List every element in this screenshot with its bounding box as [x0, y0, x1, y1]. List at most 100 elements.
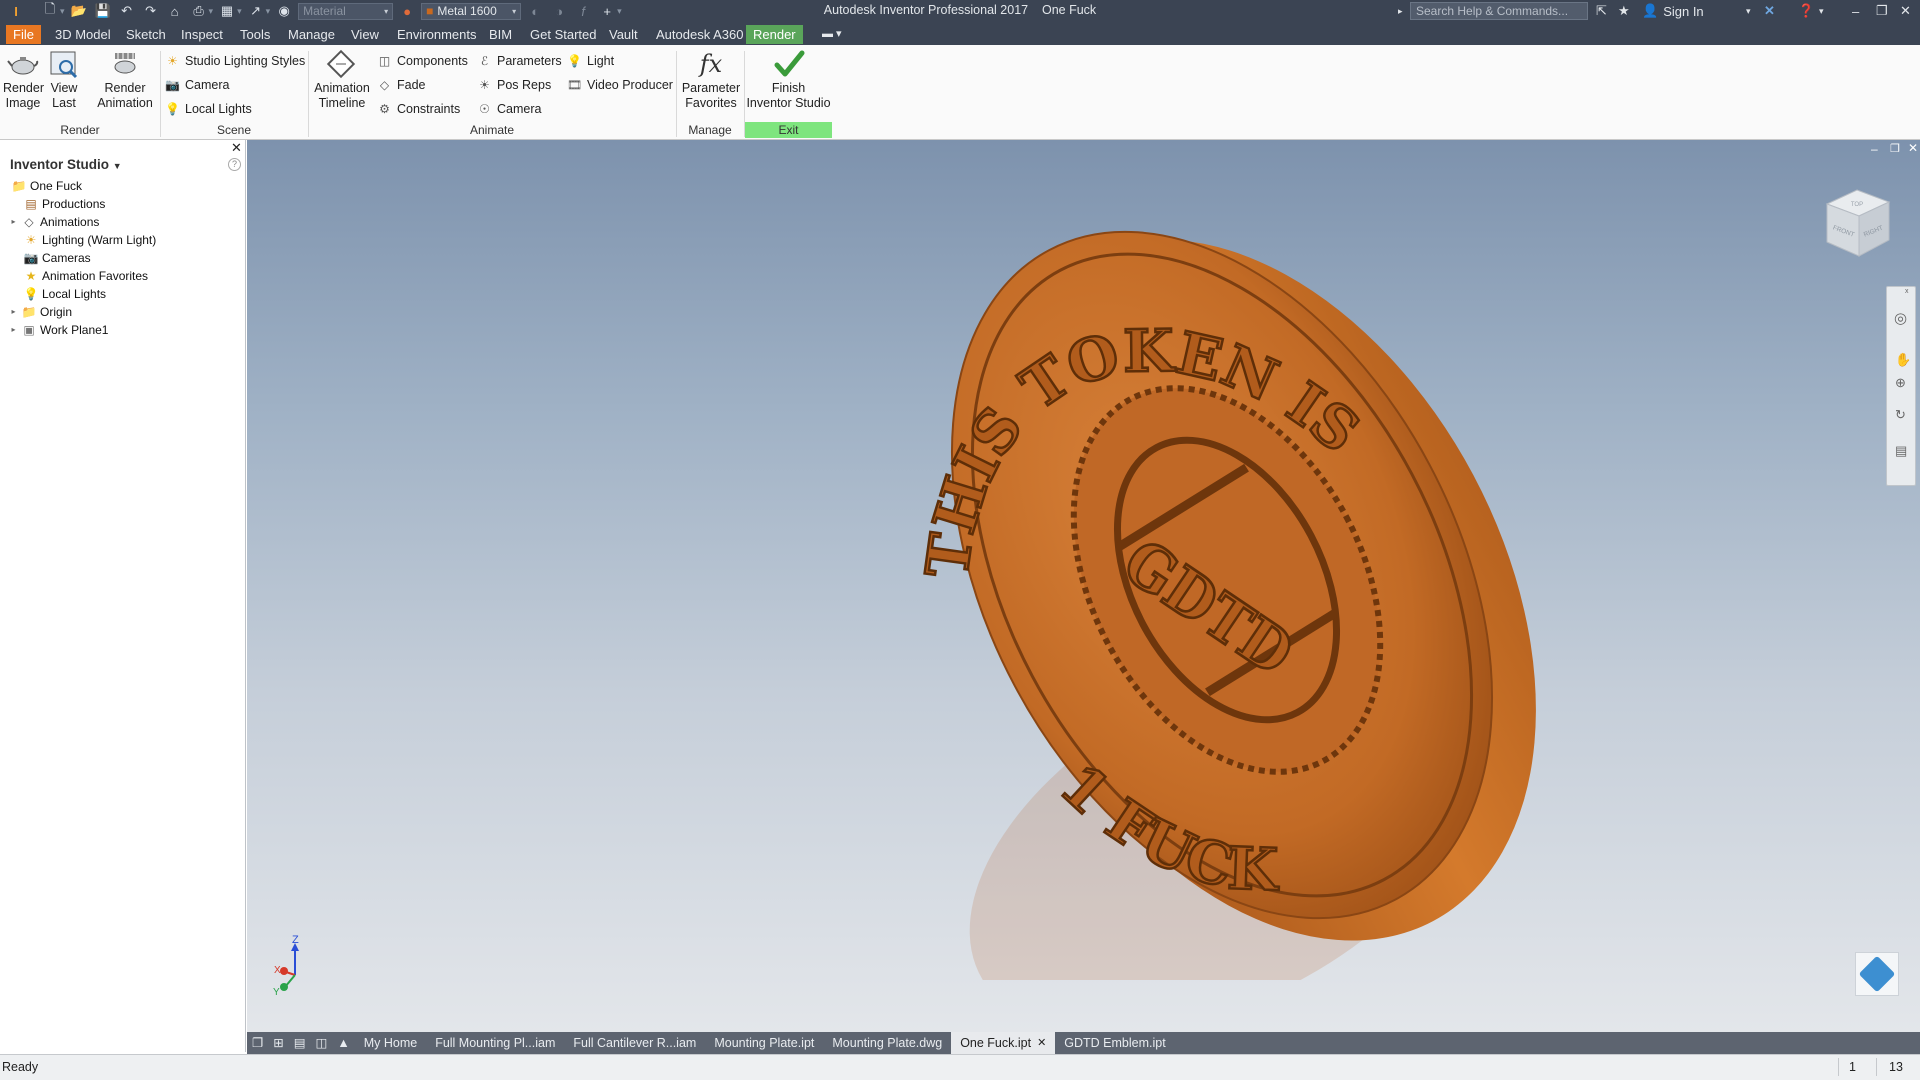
finish-inventor-studio-button[interactable]: Finish Inventor Studio [746, 49, 831, 111]
parameters-fx-icon[interactable]: f [573, 1, 593, 21]
tree-item-animations[interactable]: ▸ ◇ Animations [9, 213, 99, 230]
tree-item-origin[interactable]: ▸ 📁 Origin [9, 303, 72, 320]
video-producer-button[interactable]: 🎞 Video Producer [567, 75, 673, 95]
home-icon[interactable]: ⌂ [165, 1, 185, 21]
zoom-icon[interactable]: ⊕ [1895, 375, 1906, 391]
nav-close-icon[interactable]: x [1905, 288, 1909, 295]
inventor-logo-icon[interactable]: I [6, 1, 26, 21]
tree-item-productions[interactable]: ▤ Productions [24, 195, 105, 212]
tab-view[interactable]: View [344, 25, 386, 44]
tab-inspect[interactable]: Inspect [174, 25, 230, 44]
browser-help-icon[interactable]: ? [228, 158, 241, 171]
doc-tab-gdtd-emblem[interactable]: GDTD Emblem.ipt [1055, 1032, 1174, 1054]
tile-horizontal-icon[interactable]: ▤ [289, 1032, 311, 1054]
open-icon[interactable]: 📂 [69, 1, 89, 21]
update-icon[interactable]: ▦ [217, 1, 237, 21]
tile-windows-icon[interactable]: ⊞ [268, 1032, 288, 1054]
new-icon[interactable]: 🗋 [40, 1, 60, 21]
pos-reps-button[interactable]: ☀ Pos Reps [477, 75, 551, 95]
update-dropdown-icon[interactable]: ▾ [237, 6, 242, 17]
viewport-minimize-icon[interactable]: – [1871, 142, 1878, 156]
search-input[interactable]: Search Help & Commands... [1410, 2, 1588, 20]
tab-get-started[interactable]: Get Started [523, 25, 603, 44]
viewport-close-icon[interactable]: ✕ [1908, 141, 1918, 155]
orbit-icon[interactable]: ↻ [1895, 407, 1906, 423]
ribbon-display-options-icon[interactable]: ▬ ▾ [815, 25, 849, 44]
cascade-windows-icon[interactable]: ❐ [247, 1032, 268, 1054]
graphics-viewport[interactable]: – ❐ ✕ TOP FRONT RIGHT x ◎ ✋ ⊕ ↻ ▤ GDTD T… [247, 140, 1920, 1032]
tree-item-work-plane[interactable]: ▸ ▣ Work Plane1 [9, 321, 108, 338]
components-button[interactable]: ◫ Components [377, 51, 468, 71]
close-browser-icon[interactable]: ✕ [231, 140, 242, 156]
pan-hand-icon[interactable]: ✋ [1895, 352, 1911, 368]
tile-vertical-icon[interactable]: ◫ [311, 1032, 333, 1054]
search-expand-icon[interactable]: ▸ [1398, 0, 1403, 22]
help-icon[interactable]: ❓ [1798, 0, 1814, 22]
tree-item-root[interactable]: 📁 One Fuck [12, 177, 83, 194]
viewcube[interactable]: TOP FRONT RIGHT [1817, 186, 1897, 262]
close-tab-icon[interactable]: ✕ [1037, 1032, 1046, 1054]
expand-arrow-icon[interactable]: ▸ [9, 307, 18, 316]
exchange-apps-icon[interactable]: ✕ [1764, 0, 1775, 22]
doc-tab-mounting-plate-ipt[interactable]: Mounting Plate.ipt [705, 1032, 823, 1054]
material-combo[interactable]: Material ▾ [298, 2, 394, 20]
tree-item-local-lights[interactable]: 💡 Local Lights [24, 285, 107, 302]
select-dropdown-icon[interactable]: ▾ [266, 6, 271, 17]
parameter-favorites-button[interactable]: fx Parameter Favorites [680, 49, 742, 111]
expand-arrow-icon[interactable]: ▸ [9, 325, 18, 334]
tab-vault[interactable]: Vault [602, 25, 645, 44]
camera-animation-button[interactable]: ☉ Camera [477, 99, 541, 119]
customize-dropdown-icon[interactable]: ▾ [617, 6, 622, 17]
expand-arrow-icon[interactable]: ▸ [9, 217, 18, 226]
new-dropdown-icon[interactable]: ▾ [60, 6, 65, 17]
doc-tab-full-mounting[interactable]: Full Mounting Pl...iam [426, 1032, 564, 1054]
animation-timeline-button[interactable]: Animation Timeline [312, 49, 372, 111]
sign-in-dropdown-icon[interactable]: ▾ [1746, 0, 1751, 22]
undo-icon[interactable]: ↶ [117, 1, 137, 21]
tab-sketch[interactable]: Sketch [119, 25, 173, 44]
light-button[interactable]: 💡 Light [567, 51, 614, 71]
constraints-button[interactable]: ⚙ Constraints [377, 99, 460, 119]
parameters-button[interactable]: ℰ Parameters [477, 51, 562, 71]
a360-sync-button[interactable] [1855, 952, 1899, 996]
tab-environments[interactable]: Environments [390, 25, 483, 44]
close-window-icon[interactable]: ✕ [1900, 0, 1911, 22]
doc-tab-one-fuck[interactable]: One Fuck.ipt ✕ [951, 1032, 1056, 1054]
browser-title[interactable]: Inventor Studio ▼ [10, 157, 122, 172]
adjust-icon[interactable]: ◐ [525, 1, 545, 21]
select-icon[interactable]: ↗ [246, 1, 266, 21]
doc-tab-full-cantilever[interactable]: Full Cantilever R...iam [564, 1032, 705, 1054]
view-last-button[interactable]: View Last [46, 49, 82, 111]
studio-lighting-styles-button[interactable]: ☀ Studio Lighting Styles [165, 51, 305, 71]
render-animation-button[interactable]: Render Animation [95, 49, 155, 111]
viewport-restore-icon[interactable]: ❐ [1890, 142, 1900, 155]
favorites-star-icon[interactable]: ★ [1618, 0, 1630, 22]
redo-icon[interactable]: ↷ [141, 1, 161, 21]
camera-button[interactable]: 📷 Camera [165, 75, 229, 95]
sign-in-button[interactable]: 👤 Sign In [1642, 0, 1704, 22]
open-documents-arrow-icon[interactable]: ▲ [332, 1032, 354, 1054]
appearance-combo[interactable]: ■ Metal 1600 ▾ [421, 2, 522, 20]
local-lights-button[interactable]: 💡 Local Lights [165, 99, 252, 119]
look-at-icon[interactable]: ▤ [1895, 443, 1907, 459]
render-image-button[interactable]: Render Image [3, 49, 44, 111]
tab-tools[interactable]: Tools [233, 25, 277, 44]
help-dropdown-icon[interactable]: ▾ [1819, 0, 1824, 22]
clear-appearance-icon[interactable]: ◑ [549, 1, 569, 21]
print-icon[interactable]: ⎙ [189, 1, 209, 21]
tree-item-cameras[interactable]: 📷 Cameras [24, 249, 91, 266]
tab-bim[interactable]: BIM [482, 25, 519, 44]
restore-icon[interactable]: ❐ [1876, 0, 1888, 22]
tab-3d-model[interactable]: 3D Model [48, 25, 118, 44]
tab-render[interactable]: Render [746, 25, 803, 44]
binoculars-icon[interactable]: ⇱ [1596, 0, 1607, 22]
material-icon[interactable]: ◉ [274, 1, 294, 21]
tree-item-lighting[interactable]: ☀ Lighting (Warm Light) [24, 231, 157, 248]
tab-autodesk-a360[interactable]: Autodesk A360 [649, 25, 750, 44]
tree-item-animation-favorites[interactable]: ★ Animation Favorites [24, 267, 148, 284]
tab-manage[interactable]: Manage [281, 25, 342, 44]
doc-tab-my-home[interactable]: My Home [355, 1032, 426, 1054]
doc-tab-mounting-plate-dwg[interactable]: Mounting Plate.dwg [823, 1032, 951, 1054]
minimize-icon[interactable]: – [1852, 0, 1859, 22]
print-dropdown-icon[interactable]: ▾ [209, 6, 214, 17]
